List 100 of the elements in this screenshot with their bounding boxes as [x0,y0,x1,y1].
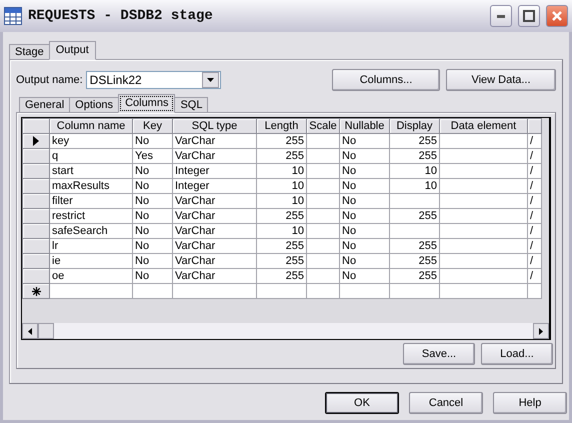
dialog-button[interactable]: Cancel [409,392,483,414]
close-button[interactable] [546,5,568,27]
table-cell: key [50,134,132,148]
table-cell: 255 [256,238,306,254]
dialog-button[interactable]: Help [493,392,567,414]
table-cell: start [50,164,132,178]
table-cell: 255 [256,254,306,268]
minimize-icon [497,14,505,18]
table-cell: / [528,178,542,194]
tab[interactable]: General [19,97,70,113]
table-cell: 10 [256,194,306,208]
table-cell: 255 [256,268,306,284]
table-cell: No [132,164,172,178]
tab[interactable]: SQL [174,97,208,113]
table-cell: 10 [256,178,306,194]
maximize-button[interactable] [518,5,540,27]
table-cell: No [132,268,172,284]
table-cell: lr [50,238,132,254]
table-cell: Integer [172,164,256,178]
tab[interactable]: Output [48,41,96,60]
table-cell: No [340,238,390,254]
table-cell: No [132,224,172,238]
table-cell: 255 [390,134,440,148]
scrollbar-thumb[interactable] [38,323,54,339]
output-name-label: Output name: [16,74,83,86]
table-cell: No [132,178,172,194]
column-header[interactable]: Display [390,118,440,134]
table-cell: 255 [390,148,440,164]
column-header[interactable]: SQL type [172,118,256,134]
maximize-icon [523,10,535,22]
tab[interactable]: Options [69,97,120,113]
tab[interactable]: Columns [118,94,176,113]
column-header[interactable]: Key [132,118,172,134]
table-cell: / [528,268,542,284]
column-header[interactable]: Nullable [340,118,390,134]
table-cell: filter [50,194,132,208]
toolbar-button[interactable]: Columns... [332,69,440,91]
table-cell: 255 [256,208,306,224]
table-cell: Integer [172,178,256,194]
table-cell: No [132,238,172,254]
table-cell: No [132,134,172,148]
table-cell: 10 [256,224,306,238]
table-cell: q [50,148,132,164]
table-cell: VarChar [172,254,256,268]
table-cell: / [528,208,542,224]
table-cell: / [528,134,542,148]
minimize-button[interactable] [490,5,512,27]
table-cell: VarChar [172,238,256,254]
table-cell: 10 [390,178,440,194]
row-header[interactable] [22,134,50,148]
grid-button[interactable]: Load... [481,343,553,365]
table-cell: No [132,208,172,224]
scroll-right-icon [539,328,543,334]
table-cell: / [528,238,542,254]
table-cell: No [132,254,172,268]
table-cell: oe [50,268,132,284]
table-cell: 255 [390,208,440,224]
table-cell: 255 [256,134,306,148]
table-cell: 10 [390,164,440,178]
table-cell: / [528,194,542,208]
tab[interactable]: Stage [9,44,50,60]
toolbar-button[interactable]: View Data... [446,69,556,91]
table-cell: / [528,164,542,178]
table-cell: / [528,148,542,164]
table-cell: maxResults [50,178,132,194]
column-header[interactable]: Data element [440,118,528,134]
table-cell: 10 [256,164,306,178]
horizontal-scrollbar[interactable] [22,323,549,339]
column-header[interactable]: Scale [306,118,340,134]
table-cell: VarChar [172,224,256,238]
current-row-icon [33,136,39,146]
dropdown-arrow-icon [206,78,214,82]
table-cell: VarChar [172,208,256,224]
column-header[interactable]: Column name [50,118,132,134]
table-cell: No [340,134,390,148]
table-cell: safeSearch [50,224,132,238]
table-cell: 255 [390,238,440,254]
dialog-button[interactable]: OK [325,392,399,414]
table-cell: No [340,164,390,178]
close-icon [551,10,563,22]
grid-button[interactable]: Save... [403,343,475,365]
table-cell: VarChar [172,148,256,164]
table-cell: VarChar [172,268,256,284]
table-cell: No [340,224,390,238]
table-cell: No [340,254,390,268]
table-cell: No [340,268,390,284]
table-cell: 255 [256,148,306,164]
column-header[interactable]: Length [256,118,306,134]
table-cell: 255 [390,268,440,284]
table-cell: ie [50,254,132,268]
table-cell: restrict [50,208,132,224]
output-name-dropdown[interactable]: DSLink22 [86,71,221,89]
window-title: REQUESTS - DSDB2 stage [28,8,214,24]
table-cell: No [132,194,172,208]
table-cell: VarChar [172,134,256,148]
table-cell: No [340,208,390,224]
table-cell: Yes [132,148,172,164]
table-cell: No [340,148,390,164]
table-cell: No [340,178,390,194]
new-row-icon [32,286,40,296]
